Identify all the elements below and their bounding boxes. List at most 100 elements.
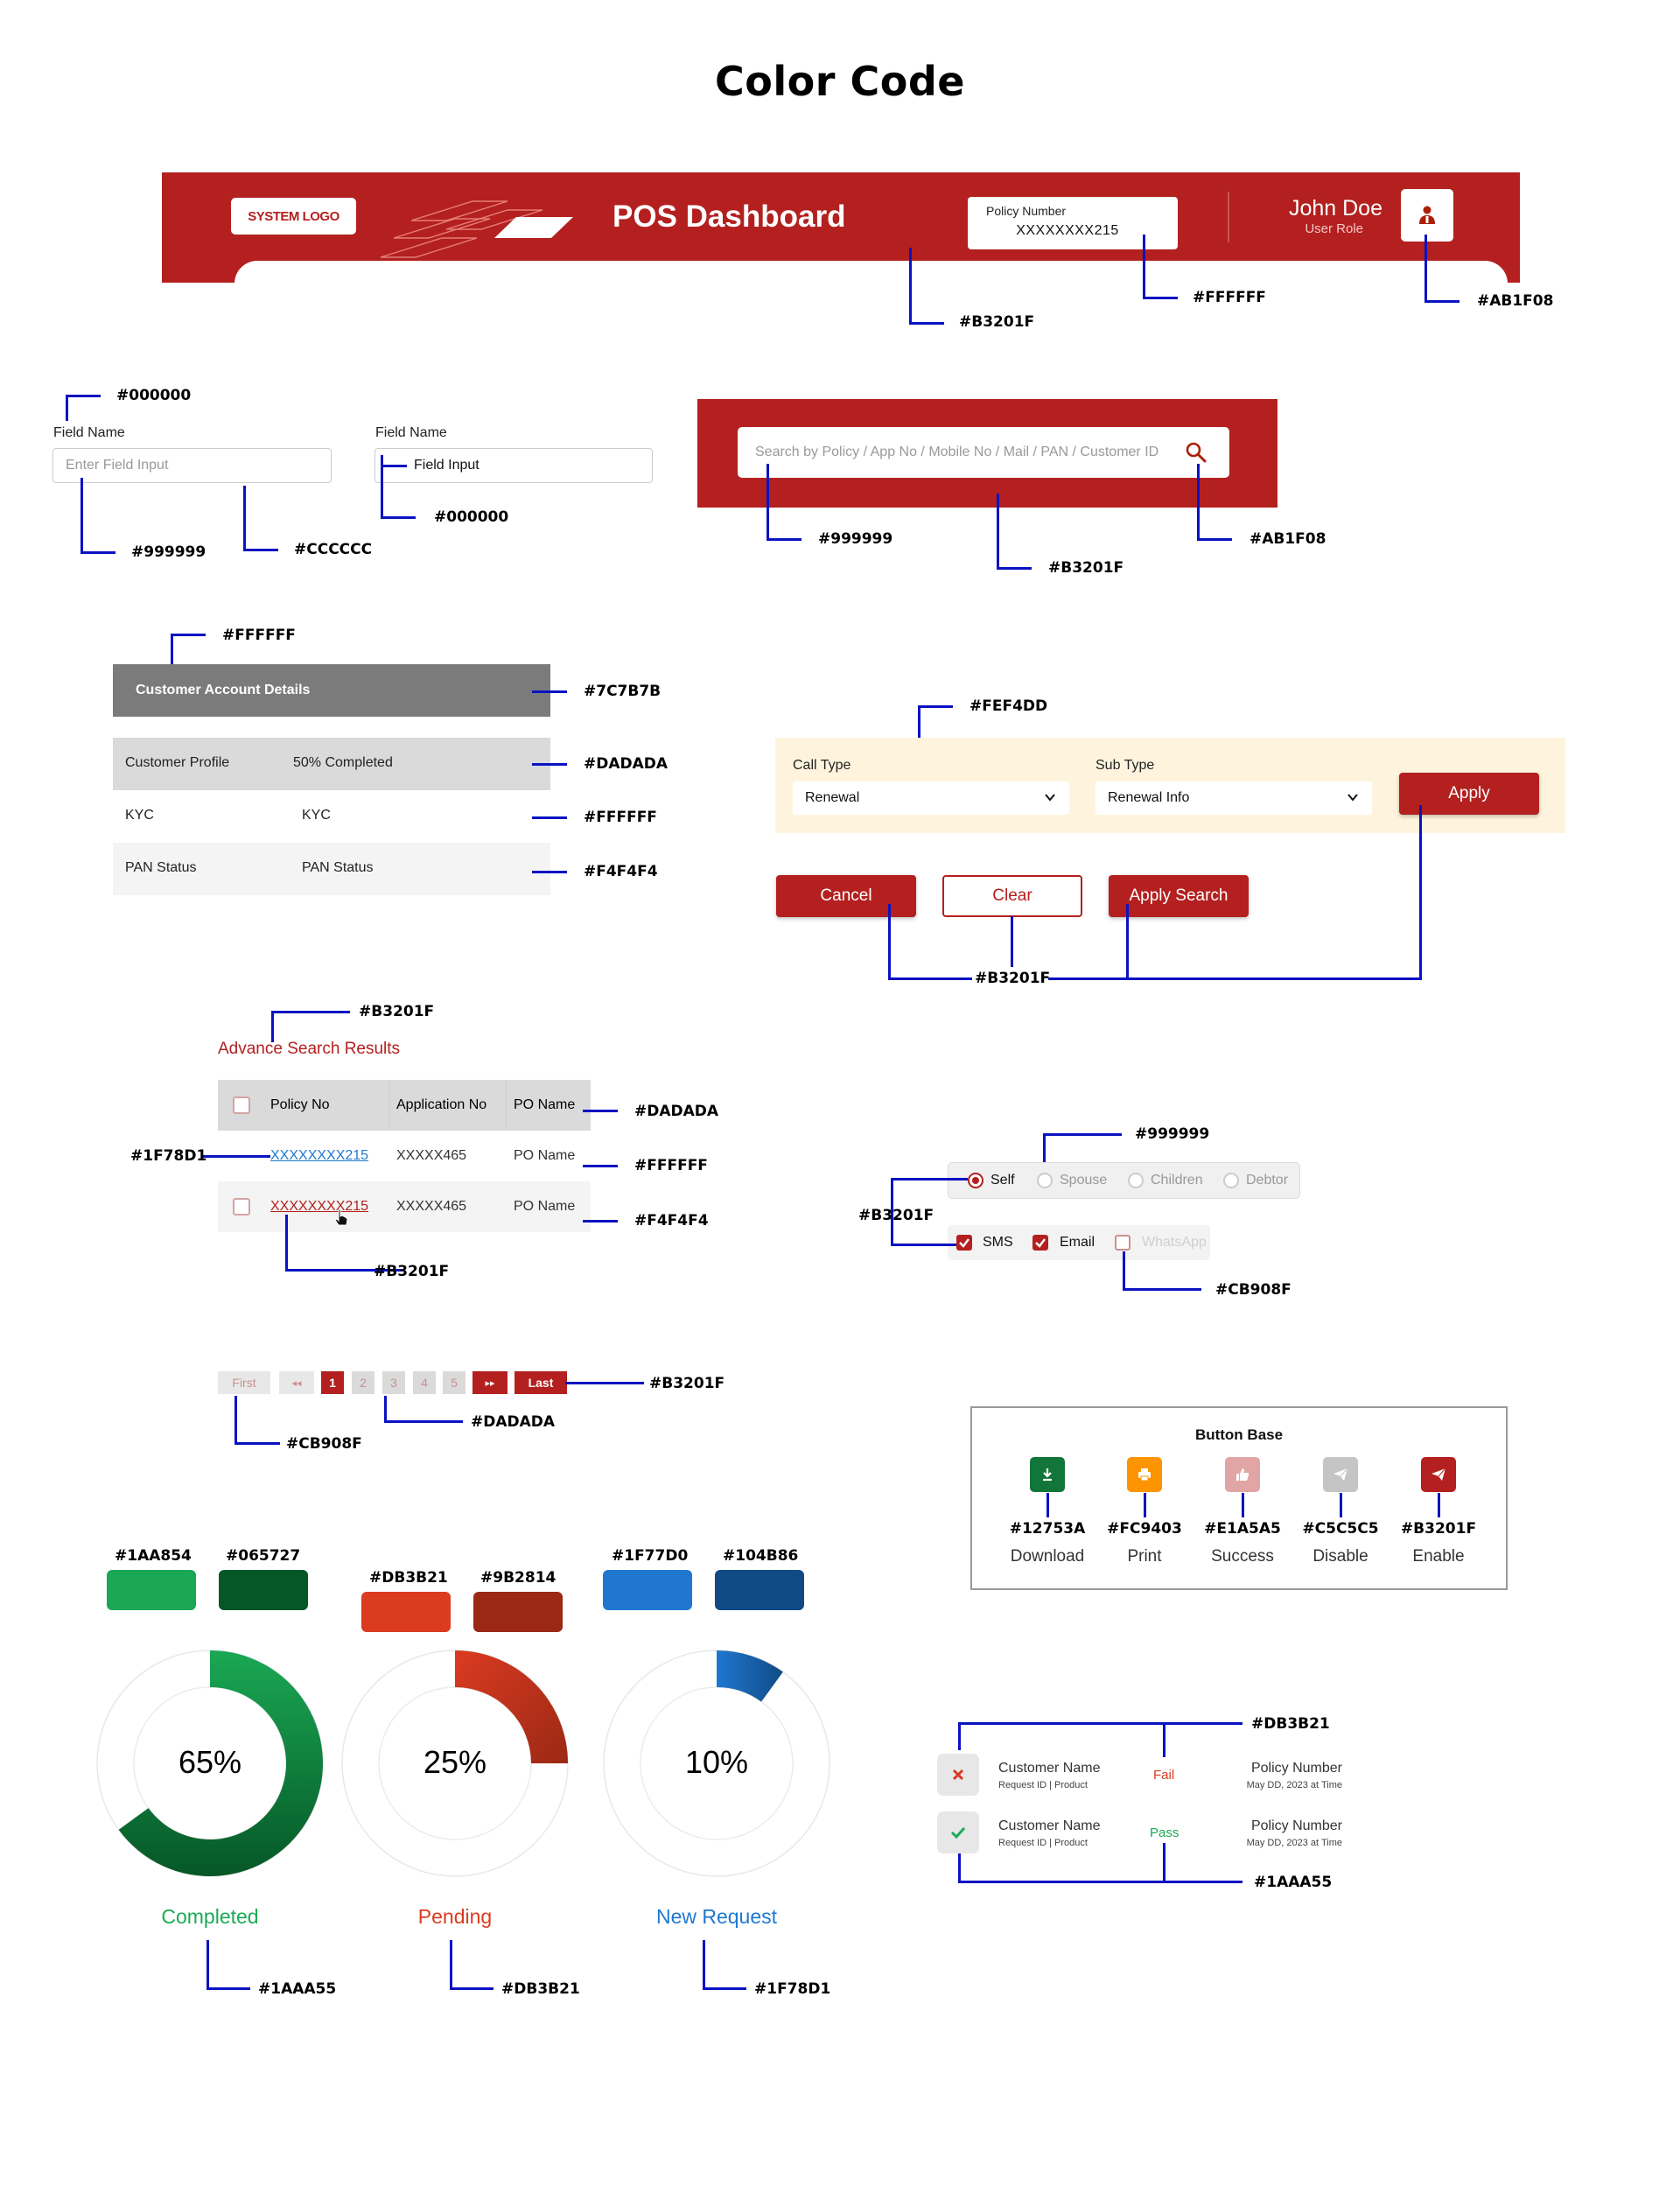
code-print: #FC9403 [1107, 1520, 1182, 1538]
field-input-empty[interactable]: Enter Field Input [52, 448, 332, 483]
account-row: KYC KYC [113, 790, 550, 843]
code-search-bg: #B3201F [1048, 559, 1124, 577]
account-row-value: PAN Status [302, 860, 374, 875]
status-date: May DD, 2023 at Time [1246, 1838, 1342, 1848]
code-header-policy: #FFFFFF [1193, 289, 1266, 306]
code-header-bg: #B3201F [959, 313, 1035, 331]
application-no: XXXXX465 [396, 1199, 467, 1214]
radio-label: Debtor [1246, 1173, 1289, 1188]
radio-spouse[interactable] [1037, 1173, 1053, 1188]
color-swatch-dark-red [473, 1592, 563, 1632]
sub-type-select[interactable]: Renewal Info [1096, 781, 1372, 815]
code-pagination-active: #B3201F [649, 1375, 725, 1392]
request-meta: Request ID | Product [998, 1780, 1088, 1790]
application-no: XXXXX465 [396, 1148, 467, 1163]
cancel-button[interactable]: Cancel [776, 875, 916, 917]
success-button[interactable] [1225, 1457, 1260, 1492]
hand-cursor-icon [334, 1209, 348, 1226]
code-account-row3: #F4F4F4 [584, 863, 658, 880]
checkbox-email[interactable] [1032, 1235, 1048, 1251]
enable-button[interactable] [1421, 1457, 1456, 1492]
button-base-title: Button Base [1194, 1426, 1284, 1443]
code-results-row2: #F4F4F4 [634, 1212, 709, 1230]
search-placeholder: Search by Policy / App No / Mobile No / … [755, 445, 1159, 459]
account-row: Customer Profile 50% Completed [113, 738, 550, 790]
status-pass-badge [937, 1811, 979, 1853]
page-1-button[interactable]: 1 [321, 1371, 344, 1394]
code-swatch: #065727 [226, 1547, 301, 1565]
policy-link-hover[interactable]: XXXXXXXX215 [270, 1199, 368, 1215]
first-page-button[interactable]: First [218, 1371, 270, 1394]
code-results-link: #1F78D1 [130, 1147, 207, 1165]
row-checkbox[interactable] [233, 1198, 250, 1216]
next-page-button[interactable]: ▸▸ [472, 1371, 508, 1394]
code-filter-bg: #FEF4DD [970, 697, 1048, 715]
radio-label: Children [1151, 1173, 1203, 1188]
last-page-button[interactable]: Last [514, 1371, 567, 1394]
policy-number: Policy Number [1250, 1818, 1342, 1833]
apply-search-button[interactable]: Apply Search [1109, 875, 1249, 917]
page-4-button[interactable]: 4 [413, 1371, 436, 1394]
column-header: Application No [396, 1097, 487, 1112]
radio-label: Self [990, 1173, 1015, 1188]
field-input-filled[interactable]: Field Input [374, 448, 653, 483]
page-2-button[interactable]: 2 [352, 1371, 374, 1394]
code-success: #E1A5A5 [1204, 1520, 1281, 1538]
code-account-header-bg: #7C7B7B [584, 683, 662, 700]
code-field-label: #000000 [116, 387, 192, 404]
table-header-row: Policy No Application No PO Name [218, 1080, 591, 1232]
user-role: User Role [1305, 221, 1363, 236]
disable-label: Disable [1312, 1547, 1368, 1566]
checkbox-sms[interactable] [956, 1235, 972, 1251]
code-account-row1: #DADADA [584, 755, 668, 773]
donut-value: 65% [178, 1744, 242, 1780]
system-logo[interactable]: SYSTEM LOGO [231, 198, 356, 235]
sub-type-value: Renewal Info [1108, 790, 1190, 805]
field-label: Field Name [53, 425, 125, 440]
code-swatch: #9B2814 [480, 1569, 556, 1587]
header-divider [1228, 192, 1229, 242]
sub-type-label: Sub Type [1096, 758, 1155, 773]
code-search-icon: #AB1F08 [1250, 530, 1326, 548]
code-options-inactive: #999999 [1135, 1125, 1210, 1143]
donut-label: Pending [417, 1905, 493, 1928]
account-row-value: 50% Completed [293, 755, 393, 770]
table-row[interactable]: XXXXXXXX215 XXXXX465 PO Name [218, 1181, 591, 1232]
results-title: Advance Search Results [218, 1040, 401, 1058]
download-button[interactable] [1030, 1457, 1065, 1492]
prev-page-button[interactable]: ◂◂ [279, 1371, 314, 1394]
po-name: PO Name [514, 1199, 576, 1214]
call-type-select[interactable]: Renewal [793, 781, 1069, 815]
account-row-label: Customer Profile [125, 755, 230, 770]
code-pass: #1AAA55 [1254, 1874, 1333, 1891]
radio-children[interactable] [1128, 1173, 1144, 1188]
user-name: John Doe [1288, 196, 1382, 221]
page-5-button[interactable]: 5 [443, 1371, 466, 1394]
print-button[interactable] [1127, 1457, 1162, 1492]
status-date: May DD, 2023 at Time [1246, 1780, 1342, 1790]
clear-button[interactable]: Clear [942, 875, 1082, 917]
avatar[interactable] [1401, 189, 1453, 242]
checkbox-label: WhatsApp [1142, 1235, 1207, 1250]
donut-label: Completed [161, 1905, 259, 1928]
status-pass-text: Pass [1150, 1825, 1180, 1840]
radio-debtor[interactable] [1223, 1173, 1239, 1188]
page-3-button[interactable]: 3 [382, 1371, 405, 1394]
search-icon[interactable] [1185, 441, 1208, 464]
policy-link[interactable]: XXXXXXXX215 [270, 1148, 368, 1164]
radio-self[interactable] [968, 1173, 984, 1188]
code-swatch: #DB3B21 [369, 1569, 448, 1587]
disable-button[interactable] [1323, 1457, 1358, 1492]
checkbox-whatsapp[interactable] [1115, 1235, 1130, 1251]
select-all-checkbox[interactable] [233, 1096, 250, 1114]
customer-name: Customer Name [998, 1818, 1101, 1833]
code-results-row1: #FFFFFF [634, 1157, 708, 1174]
status-fail-badge [937, 1754, 979, 1796]
check-icon [959, 1238, 970, 1248]
status-fail-text: Fail [1153, 1768, 1175, 1783]
table-row[interactable]: XXXXXXXX215 XXXXX465 PO Name [218, 1131, 591, 1181]
chevron-down-icon [1348, 794, 1358, 802]
code-swatch: #1AA854 [115, 1547, 192, 1565]
field-placeholder: Enter Field Input [66, 458, 169, 473]
donut-value: 25% [423, 1744, 487, 1780]
